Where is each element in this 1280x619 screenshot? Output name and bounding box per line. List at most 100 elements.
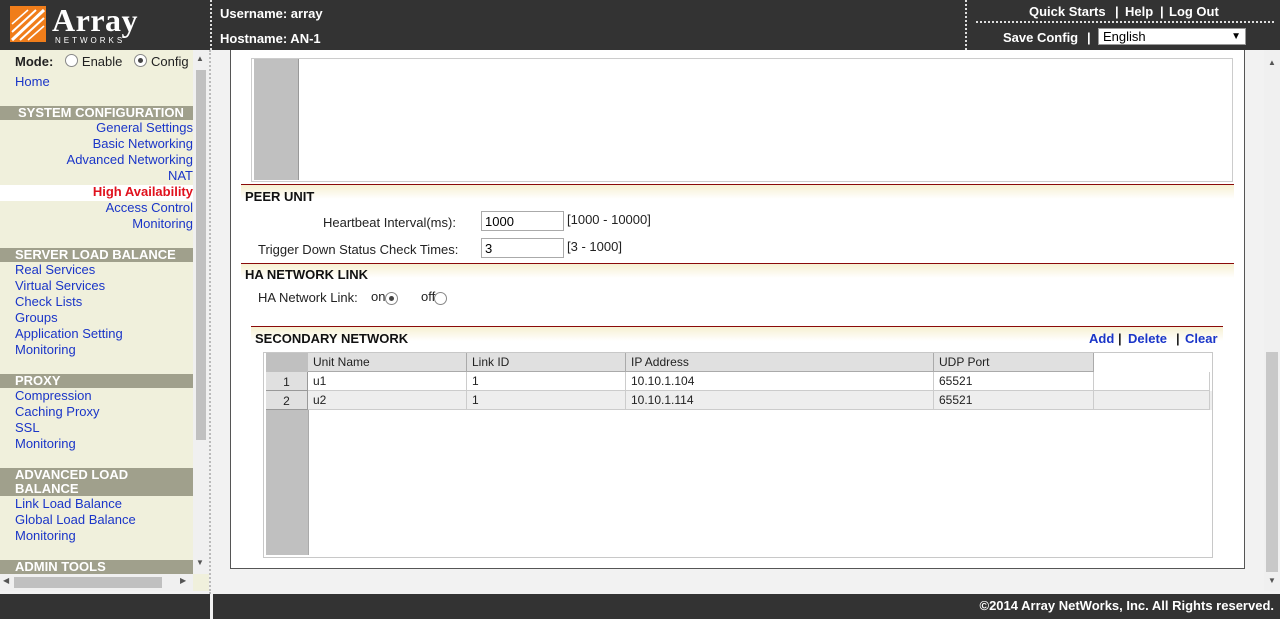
main-vertical-scrollbar[interactable]: ▲ ▼ [1264,50,1280,591]
sidebar-item-virtual-services[interactable]: Virtual Services [15,278,105,293]
sidebar-item-real-services[interactable]: Real Services [15,262,95,277]
action-sep: | [1176,331,1180,346]
cell-empty [1094,391,1210,410]
sidebar-item-application-setting[interactable]: Application Setting [15,326,123,341]
scrollbar-thumb[interactable] [196,70,206,440]
sidebar-item-global-load-balance[interactable]: Global Load Balance [15,512,136,527]
action-sep: | [1118,331,1122,346]
sidebar-item-advanced-networking[interactable]: Advanced Networking [67,152,193,167]
trigger-range-hint: [3 - 1000] [567,239,622,254]
logo-text: Array [52,2,139,38]
mode-config-label: Config [151,54,189,69]
username-label: Username: array [220,6,323,21]
column-header-udp-port[interactable]: UDP Port [934,353,1094,372]
cell-udp-port: 65521 [934,391,1094,410]
table-row[interactable]: u1 1 10.10.1.104 65521 [308,372,1212,391]
add-button[interactable]: Add [1089,331,1114,346]
scrollbar-thumb[interactable] [1266,352,1278,572]
trigger-down-label: Trigger Down Status Check Times: [258,242,459,257]
header-dotted-rule [976,21,1274,23]
sidebar: Mode: Enable Config Home SYSTEM CONFIGUR… [0,50,209,591]
sidebar-item-ssl[interactable]: SSL [15,420,40,435]
quick-starts-link[interactable]: Quick Starts [1029,4,1106,19]
ha-on-radio[interactable] [385,292,398,305]
delete-button[interactable]: Delete [1128,331,1167,346]
peer-unit-title: PEER UNIT [245,189,315,204]
row-number-gutter [254,59,299,180]
section-header-proxy: PROXY [0,374,193,388]
mode-label: Mode: [15,54,54,69]
sidebar-horizontal-scrollbar[interactable]: ◀ ▶ [0,574,193,591]
sidebar-item-general-settings[interactable]: General Settings [96,120,193,135]
sidebar-item-link-load-balance[interactable]: Link Load Balance [15,496,122,511]
dropdown-arrow-icon: ▼ [1231,31,1241,42]
sidebar-item-check-lists[interactable]: Check Lists [15,294,82,309]
ha-off-radio[interactable] [434,292,447,305]
mode-enable-radio[interactable] [64,54,78,67]
sidebar-divider [209,50,211,594]
main-content-panel: PEER UNIT Heartbeat Interval(ms): [1000 … [230,50,1245,569]
scrollbar-thumb[interactable] [14,577,162,588]
cell-unit-name: u1 [308,372,467,391]
header-sep: | [1087,30,1091,45]
column-header-link-id[interactable]: Link ID [467,353,626,372]
sidebar-item-basic-networking[interactable]: Basic Networking [93,136,193,151]
sidebar-item-proxy-monitoring[interactable]: Monitoring [15,436,76,451]
cell-ip-address: 10.10.1.104 [626,372,934,391]
table-row[interactable]: u2 1 10.10.1.114 65521 [308,391,1212,410]
footer: ©2014 Array NetWorks, Inc. All Rights re… [213,594,1280,619]
trigger-down-input[interactable] [481,238,564,258]
heartbeat-range-hint: [1000 - 10000] [567,212,651,227]
header-divider-right [965,0,967,50]
array-logo[interactable]: Array NETWORKS [10,2,150,45]
row-number[interactable]: 1 [266,372,308,391]
section-header-advanced-load-balance: ADVANCED LOAD BALANCE [0,468,193,496]
section-gradient [241,185,1234,199]
column-header-ip-address[interactable]: IP Address [626,353,934,372]
cell-empty [1094,372,1210,391]
secondary-network-table: Unit Name Link ID IP Address UDP Port 1 … [263,352,1213,558]
section-gradient [241,264,1234,278]
heartbeat-interval-label: Heartbeat Interval(ms): [323,215,456,230]
array-logo-mark-icon [10,6,46,42]
scroll-down-icon[interactable]: ▼ [196,558,204,567]
mode-enable-label: Enable [81,54,123,69]
scroll-right-icon[interactable]: ▶ [180,576,186,585]
sidebar-item-home[interactable]: Home [15,74,50,89]
sidebar-item-nat[interactable]: NAT [168,168,193,183]
sidebar-item-compression[interactable]: Compression [15,388,92,403]
scroll-left-icon[interactable]: ◀ [3,576,9,585]
sidebar-vertical-scrollbar[interactable]: ▲ ▼ [193,50,209,574]
sidebar-item-groups[interactable]: Groups [15,310,58,325]
copyright-text: ©2014 Array NetWorks, Inc. All Rights re… [979,598,1275,613]
heartbeat-interval-input[interactable] [481,211,564,231]
cell-link-id: 1 [467,391,626,410]
scroll-up-icon[interactable]: ▲ [1268,58,1276,67]
column-header-unit-name[interactable]: Unit Name [308,353,467,372]
sidebar-item-high-availability[interactable]: High Availability [93,184,193,199]
ha-network-link-title: HA NETWORK LINK [245,267,369,282]
clear-button[interactable]: Clear [1185,331,1218,346]
help-link[interactable]: Help [1125,4,1153,19]
sidebar-item-monitoring[interactable]: Monitoring [132,216,193,231]
scroll-down-icon[interactable]: ▼ [1268,576,1276,585]
sidebar-item-slb-monitoring[interactable]: Monitoring [15,342,76,357]
row-number[interactable]: 2 [266,391,308,410]
sidebar-item-access-control[interactable]: Access Control [106,200,193,215]
scroll-up-icon[interactable]: ▲ [196,54,204,63]
upper-table-frame [251,58,1233,182]
ha-on-label: on [371,289,386,304]
sidebar-item-alb-monitoring[interactable]: Monitoring [15,528,76,543]
mode-config-radio[interactable] [134,54,148,67]
header-divider [210,0,212,50]
header-sep: | [1160,4,1164,19]
logout-link[interactable]: Log Out [1169,4,1219,19]
cell-ip-address: 10.10.1.114 [626,391,934,410]
sidebar-item-caching-proxy[interactable]: Caching Proxy [15,404,100,419]
hostname-label: Hostname: AN-1 [220,31,321,46]
language-selected: English [1103,29,1146,44]
language-select[interactable]: English ▼ [1098,28,1246,45]
save-config-link[interactable]: Save Config [1003,30,1078,45]
section-header-server-load-balance: SERVER LOAD BALANCE [0,248,193,262]
footer-left [0,594,210,619]
